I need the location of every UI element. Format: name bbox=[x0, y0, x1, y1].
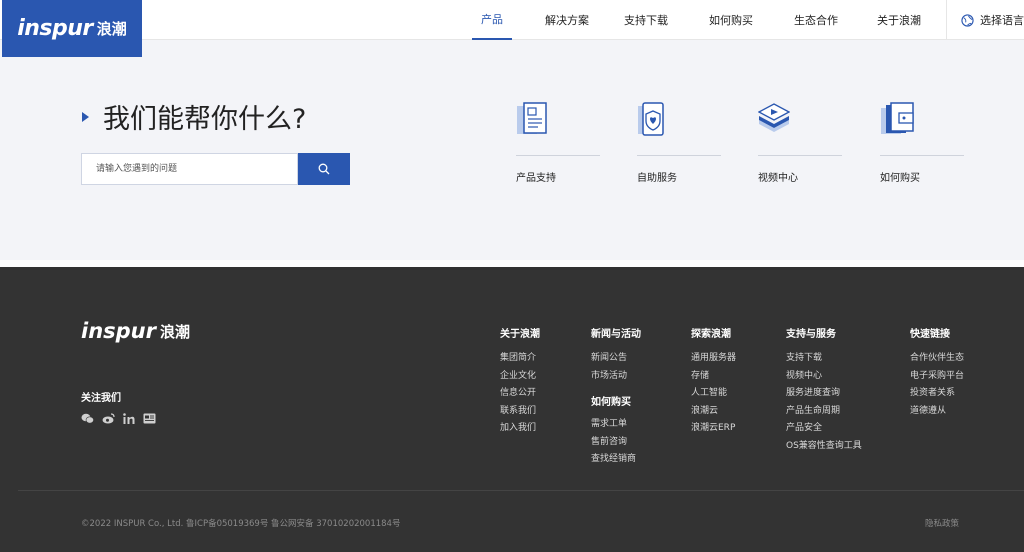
weibo-icon[interactable] bbox=[102, 413, 115, 424]
footer-col-title: 支持与服务 bbox=[786, 329, 836, 340]
nav-item-solutions[interactable]: 解决方案 bbox=[512, 0, 622, 40]
logo-wordmark: inspur bbox=[17, 16, 93, 41]
wallet-icon bbox=[881, 102, 914, 134]
footer-col-quick-links: 快速链接 合作伙伴生态 电子采购平台 投资者关系 道德遵从 bbox=[910, 325, 964, 420]
language-selector[interactable]: 选择语言 bbox=[946, 0, 1024, 40]
nav-item-buy[interactable]: 如何购买 bbox=[670, 0, 792, 40]
footer-link[interactable]: 产品生命周期 bbox=[786, 403, 862, 421]
language-label: 选择语言 bbox=[980, 14, 1024, 27]
footer-link[interactable]: 通用服务器 bbox=[691, 350, 736, 368]
footer-col-about: 关于浪潮 集团简介 企业文化 信息公开 联系我们 加入我们 bbox=[500, 325, 540, 438]
footer-link[interactable]: 市场活动 bbox=[591, 368, 641, 386]
service-product-support[interactable]: 产品支持 bbox=[516, 102, 600, 184]
footer-link[interactable]: 联系我们 bbox=[500, 403, 540, 421]
help-hero: 我们能帮你什么? 产品支持 bbox=[0, 40, 1024, 260]
service-self-service[interactable]: 自助服务 bbox=[637, 102, 721, 184]
logo-wordmark: inspur bbox=[81, 319, 156, 343]
footer-link[interactable]: 集团简介 bbox=[500, 350, 540, 368]
wechat-icon[interactable] bbox=[81, 413, 94, 424]
follow-us-label: 关注我们 bbox=[81, 393, 121, 404]
service-label: 产品支持 bbox=[516, 173, 556, 184]
service-video-center[interactable]: 视频中心 bbox=[758, 102, 842, 184]
footer-col-explore: 探索浪潮 通用服务器 存储 人工智能 浪潮云 浪潮云ERP bbox=[691, 325, 736, 438]
service-label: 视频中心 bbox=[758, 173, 798, 184]
footer-link[interactable]: 查找经销商 bbox=[591, 451, 641, 469]
service-how-to-buy[interactable]: 如何购买 bbox=[880, 102, 964, 184]
footer-col-title: 探索浪潮 bbox=[691, 329, 731, 340]
social-links bbox=[81, 413, 156, 424]
footer-link[interactable]: 产品安全 bbox=[786, 420, 862, 438]
footer-link[interactable]: 存储 bbox=[691, 368, 736, 386]
footer-col-news: 新闻与活动 新闻公告 市场活动 如何购买 需求工单 售前咨询 查找经销商 bbox=[591, 325, 641, 469]
footer-col-title: 快速链接 bbox=[910, 329, 950, 340]
footer-logo[interactable]: inspur 浪潮 bbox=[81, 319, 190, 343]
hero-heading: 我们能帮你什么? bbox=[82, 97, 306, 136]
footer-link[interactable]: 新闻公告 bbox=[591, 350, 641, 368]
site-footer: inspur 浪潮 关注我们 关于浪潮 集团简介 企业文化 信息公开 联系我们 … bbox=[0, 267, 1024, 552]
footer-col-support: 支持与服务 支持下载 视频中心 服务进度查询 产品生命周期 产品安全 OS兼容性… bbox=[786, 325, 862, 456]
search-button[interactable] bbox=[298, 153, 350, 185]
main-nav: 产品 解决方案 支持下载 如何购买 生态合作 关于浪潮 bbox=[472, 0, 958, 40]
footer-link[interactable]: 道德遵从 bbox=[910, 403, 964, 421]
footer-link[interactable]: 企业文化 bbox=[500, 368, 540, 386]
document-icon bbox=[517, 102, 547, 134]
service-divider bbox=[516, 155, 600, 156]
nav-item-support[interactable]: 支持下载 bbox=[622, 0, 670, 40]
top-header: inspur 浪潮 产品 解决方案 支持下载 如何购买 生态合作 关于浪潮 选择… bbox=[0, 0, 1024, 57]
footer-link[interactable]: 人工智能 bbox=[691, 385, 736, 403]
footer-col-title: 关于浪潮 bbox=[500, 329, 540, 340]
footer-col-subtitle: 如何购买 bbox=[591, 397, 631, 409]
footer-link[interactable]: 合作伙伴生态 bbox=[910, 350, 964, 368]
copyright-text: ©2022 INSPUR Co., Ltd. 鲁ICP备05019369号 鲁公… bbox=[81, 519, 401, 529]
footer-link[interactable]: OS兼容性查询工具 bbox=[786, 438, 862, 456]
footer-link[interactable]: 电子采购平台 bbox=[910, 368, 964, 386]
footer-link[interactable]: 浪潮云ERP bbox=[691, 420, 736, 438]
footer-link[interactable]: 加入我们 bbox=[500, 420, 540, 438]
nav-item-about[interactable]: 关于浪潮 bbox=[840, 0, 958, 40]
service-label: 如何购买 bbox=[880, 173, 920, 184]
page-title: 我们能帮你什么? bbox=[103, 104, 307, 135]
footer-link[interactable]: 浪潮云 bbox=[691, 403, 736, 421]
footer-col-title: 新闻与活动 bbox=[591, 329, 641, 340]
triangle-marker-icon bbox=[82, 111, 89, 122]
nav-item-ecosystem[interactable]: 生态合作 bbox=[792, 0, 840, 40]
toutiao-icon[interactable] bbox=[143, 413, 156, 424]
nav-item-products[interactable]: 产品 bbox=[472, 0, 512, 40]
service-divider bbox=[880, 155, 964, 156]
logo-chinese: 浪潮 bbox=[160, 322, 191, 341]
footer-link[interactable]: 服务进度查询 bbox=[786, 385, 862, 403]
help-search bbox=[81, 153, 350, 185]
video-layers-icon bbox=[758, 103, 790, 132]
footer-link[interactable]: 售前咨询 bbox=[591, 434, 641, 452]
service-label: 自助服务 bbox=[637, 173, 677, 184]
search-input[interactable] bbox=[81, 153, 298, 185]
logo-chinese: 浪潮 bbox=[96, 20, 127, 38]
service-divider bbox=[637, 155, 721, 156]
footer-divider bbox=[18, 490, 1024, 491]
globe-icon bbox=[961, 13, 974, 27]
linkedin-icon[interactable] bbox=[123, 413, 135, 424]
privacy-policy-link[interactable]: 隐私政策 bbox=[925, 517, 959, 529]
footer-link[interactable]: 信息公开 bbox=[500, 385, 540, 403]
brand-logo[interactable]: inspur 浪潮 bbox=[2, 0, 142, 57]
search-icon bbox=[318, 163, 330, 175]
shield-heart-icon bbox=[638, 102, 664, 136]
footer-link[interactable]: 视频中心 bbox=[786, 368, 862, 386]
footer-link[interactable]: 投资者关系 bbox=[910, 385, 964, 403]
footer-link[interactable]: 支持下载 bbox=[786, 350, 862, 368]
service-divider bbox=[758, 155, 842, 156]
footer-link[interactable]: 需求工单 bbox=[591, 416, 641, 434]
